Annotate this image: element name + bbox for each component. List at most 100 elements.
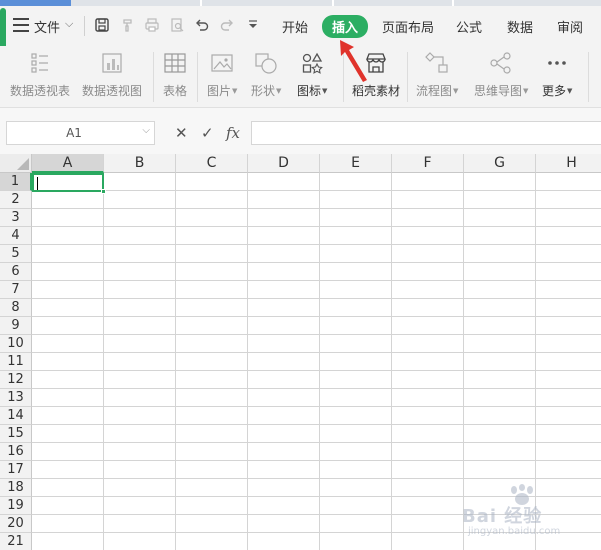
fill-handle[interactable] [101,189,106,194]
tab-insert[interactable]: 插入 [322,15,369,38]
save-icon[interactable] [94,17,110,33]
flowchart-button[interactable]: 流程图▼ [416,50,458,99]
column-header[interactable]: B [104,154,176,173]
column-header[interactable]: E [320,154,392,173]
customize-toolbar-icon[interactable] [245,17,261,33]
file-menu[interactable]: 文件 [34,17,60,36]
icon-library-icon [299,50,325,76]
row-header[interactable]: 18 [0,479,32,497]
grid-line [32,226,601,227]
divider [588,52,589,102]
icon-library-label: 图标▼ [297,84,328,98]
grid-line [32,352,601,353]
grid-line [175,173,176,550]
grid-line [319,173,320,550]
row-header[interactable]: 13 [0,389,32,407]
ribbon-insert: 数据透视表 数据透视图 表格 图片▼ 形状▼ 图标▼ 稻壳素材 流程图▼ 思维导… [0,46,601,108]
tab-home[interactable]: 开始 [282,17,308,36]
divider [84,16,85,36]
mindmap-label: 思维导图▼ [474,84,529,98]
row-header[interactable]: 5 [0,245,32,263]
grid-line [32,316,601,317]
watermark-url: jingyan.baidu.com [468,526,561,537]
redo-icon[interactable] [219,17,235,33]
row-header[interactable]: 9 [0,317,32,335]
grid-line [103,173,104,550]
grid-line [32,442,601,443]
row-header[interactable]: 3 [0,209,32,227]
row-header[interactable]: 20 [0,515,32,533]
row-header[interactable]: 7 [0,281,32,299]
undo-icon[interactable] [194,17,210,33]
row-header[interactable]: 17 [0,461,32,479]
tab-data[interactable]: 数据 [507,17,533,36]
row-header[interactable]: 11 [0,353,32,371]
row-header[interactable]: 14 [0,407,32,425]
print-preview-icon[interactable] [169,17,185,33]
tab-formulas[interactable]: 公式 [456,17,482,36]
formula-bar: A1 ⌵ ✕ ✓ fx [0,108,601,154]
grid-line [391,173,392,550]
row-header[interactable]: 4 [0,227,32,245]
shape-icon [253,50,279,76]
select-all-corner[interactable] [0,154,32,173]
formula-input[interactable] [251,121,601,145]
column-header[interactable]: F [392,154,464,173]
more-label: 更多▼ [542,84,573,98]
name-box-value: A1 [66,126,82,140]
row-header[interactable]: 12 [0,371,32,389]
name-box[interactable]: A1 ⌵ [6,121,155,145]
grid-line [32,424,601,425]
picture-label: 图片▼ [207,84,238,98]
pivot-chart-button[interactable]: 数据透视图 [82,50,142,99]
pivot-table-icon [27,50,53,76]
row-header[interactable]: 16 [0,443,32,461]
row-header[interactable]: 6 [0,263,32,281]
divider [153,52,154,102]
text-cursor [37,177,38,190]
grid-line [32,298,601,299]
pivot-table-button[interactable]: 数据透视表 [10,50,70,99]
picture-button[interactable]: 图片▼ [207,50,237,99]
hamburger-menu-icon[interactable] [13,18,29,32]
row-header[interactable]: 1 [0,173,32,191]
confirm-icon[interactable]: ✓ [201,124,214,142]
grid-line [32,244,601,245]
more-button[interactable]: 更多▼ [542,50,572,99]
active-cell-a1[interactable] [32,173,106,194]
red-pointer-arrow-icon [340,40,367,82]
row-header[interactable]: 19 [0,497,32,515]
chevron-down-icon[interactable]: ⌵ [142,125,150,136]
divider [407,52,408,102]
tab-page-layout[interactable]: 页面布局 [382,17,434,36]
table-button[interactable]: 表格 [162,50,188,99]
column-header[interactable]: C [176,154,248,173]
insert-function-icon[interactable]: fx [226,124,240,142]
grid-line [32,262,601,263]
row-header[interactable]: 15 [0,425,32,443]
row-header[interactable]: 10 [0,335,32,353]
shape-button[interactable]: 形状▼ [251,50,281,99]
mindmap-icon [488,50,514,76]
chevron-down-icon[interactable]: ⌵ [65,17,73,31]
row-header[interactable]: 2 [0,191,32,209]
icon-library-button[interactable]: 图标▼ [297,50,327,99]
table-icon [162,50,188,76]
row-header[interactable]: 21 [0,533,32,550]
print-icon[interactable] [144,17,160,33]
column-header[interactable]: D [248,154,320,173]
format-painter-icon[interactable] [120,17,136,33]
pivot-table-label: 数据透视表 [10,84,71,98]
row-header[interactable]: 8 [0,299,32,317]
cancel-icon[interactable]: ✕ [175,124,188,142]
table-label: 表格 [162,84,187,98]
picture-icon [209,50,235,76]
grid-line [32,208,601,209]
column-header[interactable]: H [536,154,601,173]
mindmap-button[interactable]: 思维导图▼ [474,50,528,99]
column-header[interactable]: A [32,154,104,173]
watermark: Bai 经验 jingyan.baidu.com [462,482,596,544]
grid-line [32,280,601,281]
column-header[interactable]: G [464,154,536,173]
tab-review[interactable]: 审阅 [557,17,583,36]
